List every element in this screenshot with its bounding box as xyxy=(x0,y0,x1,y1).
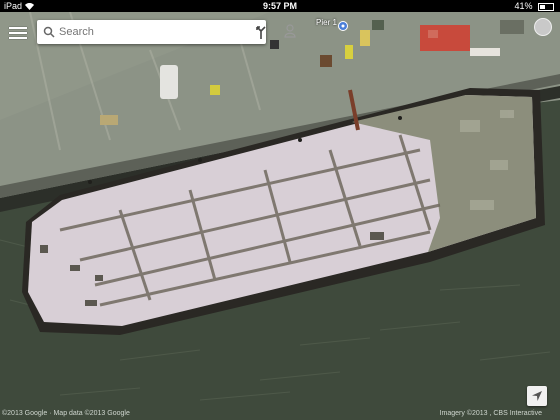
my-location-button[interactable] xyxy=(527,386,547,406)
directions-icon[interactable] xyxy=(255,25,267,44)
my-location-icon xyxy=(532,391,542,401)
account-avatar[interactable] xyxy=(534,18,552,36)
imagery-credit: Imagery ©2013 , CBS Interactive xyxy=(439,410,542,417)
place-label[interactable]: Pier 1 xyxy=(316,18,337,27)
menu-button[interactable] xyxy=(9,24,27,40)
search-icon xyxy=(43,25,55,43)
menu-icon xyxy=(9,27,27,29)
battery-icon xyxy=(538,2,554,11)
map-attribution: ©2013 Google · Map data ©2013 Google xyxy=(2,410,130,417)
satellite-imagery xyxy=(0,0,560,420)
search-bar[interactable] xyxy=(37,20,296,44)
search-input[interactable] xyxy=(59,23,209,41)
satellite-map[interactable] xyxy=(0,0,560,420)
battery-percent: 41% xyxy=(514,1,533,11)
clock: 9:57 PM xyxy=(262,1,297,11)
status-right: 41% xyxy=(514,0,554,12)
person-icon[interactable] xyxy=(284,24,296,43)
place-marker-icon[interactable] xyxy=(338,18,348,36)
status-bar: iPad 9:57 PM 41% xyxy=(0,0,560,12)
